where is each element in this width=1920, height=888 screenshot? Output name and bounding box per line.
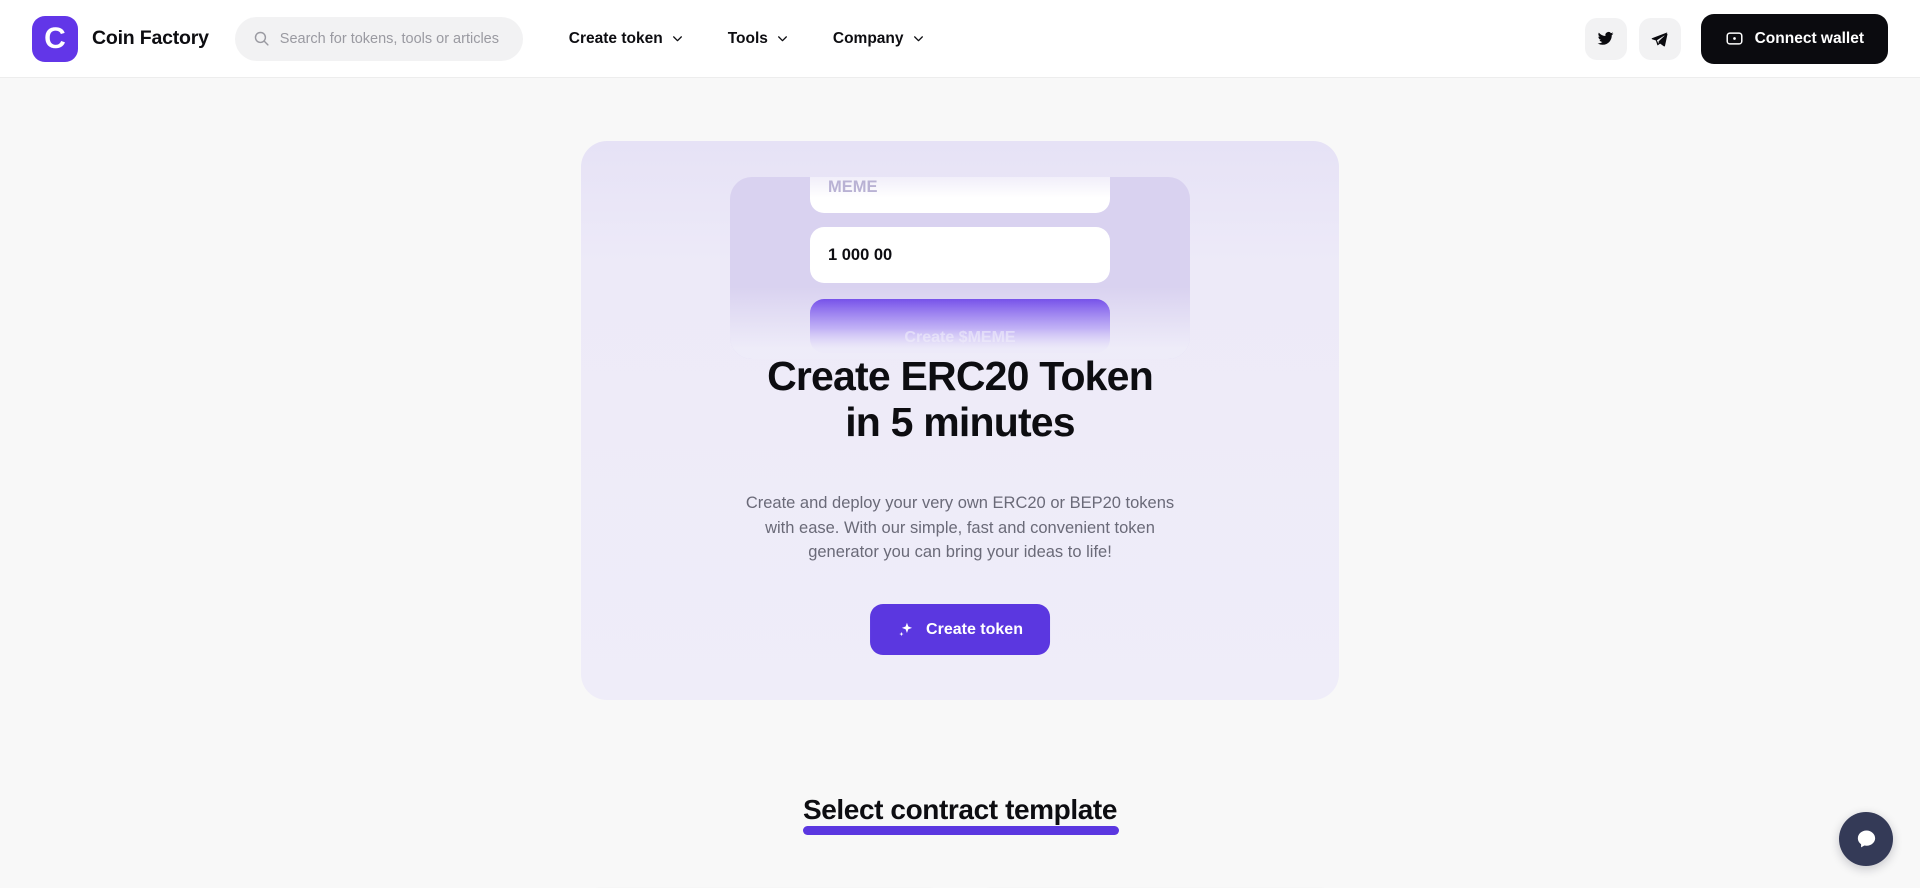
page-body: MEME 1 000 00 Create $MEME Create ERC20 … — [0, 78, 1920, 888]
hero-description: Create and deploy your very own ERC20 or… — [745, 494, 1175, 562]
nav-item-create-token[interactable]: Create token — [569, 30, 684, 48]
twitter-link[interactable] — [1584, 17, 1627, 60]
preview-create-label: Create $MEME — [904, 329, 1016, 346]
preview-create-button: Create $MEME — [810, 299, 1110, 353]
chevron-down-icon — [777, 36, 787, 42]
brand-logo[interactable]: C Coin Factory — [32, 15, 209, 62]
chevron-down-icon — [913, 36, 923, 42]
page-title: Create ERC20 Token in 5 minutes — [581, 353, 1339, 446]
coin-factory-logo-icon: C — [32, 15, 78, 62]
search-box[interactable] — [234, 16, 523, 61]
connect-wallet-button[interactable]: Connect wallet — [1700, 13, 1888, 64]
sparkle-icon — [899, 622, 913, 637]
token-preview-card: MEME 1 000 00 Create $MEME — [730, 177, 1190, 359]
telegram-icon — [1651, 32, 1668, 47]
search-icon — [254, 31, 269, 46]
site-header: C Coin Factory Create token Tools Compan… — [0, 0, 1920, 78]
header-actions: Connect wallet — [1584, 13, 1888, 64]
chat-bubble-icon — [1857, 830, 1875, 847]
nav-item-company[interactable]: Company — [833, 30, 925, 48]
create-token-button[interactable]: Create token — [870, 604, 1050, 655]
nav-item-label: Company — [832, 29, 904, 47]
telegram-link[interactable] — [1638, 17, 1681, 60]
preview-token-name-field: MEME — [810, 177, 1110, 213]
hero-title-line-2: in 5 minutes — [845, 398, 1075, 445]
preview-token-name-value: MEME — [828, 177, 878, 196]
nav-item-tools[interactable]: Tools — [728, 30, 789, 48]
search-input[interactable] — [279, 30, 505, 47]
chevron-down-icon — [672, 36, 682, 42]
logo-letter: C — [44, 21, 66, 55]
preview-token-supply-value: 1 000 00 — [828, 245, 893, 264]
connect-wallet-label: Connect wallet — [1754, 29, 1864, 47]
chat-widget-button[interactable] — [1839, 812, 1893, 866]
create-token-label: Create token — [926, 620, 1023, 638]
templates-section-header: Select contract template — [0, 794, 1920, 835]
brand-name: Coin Factory — [92, 27, 209, 49]
main-nav: Create token Tools Company — [569, 30, 925, 48]
nav-item-label: Tools — [727, 29, 768, 47]
hero-card: MEME 1 000 00 Create $MEME Create ERC20 … — [581, 141, 1339, 700]
twitter-icon — [1597, 31, 1614, 45]
wallet-icon — [1726, 32, 1743, 45]
templates-section-title: Select contract template — [802, 794, 1120, 835]
preview-token-supply-field: 1 000 00 — [810, 227, 1110, 283]
hero-title-line-1: Create ERC20 Token — [767, 353, 1154, 399]
nav-item-label: Create token — [568, 29, 663, 47]
